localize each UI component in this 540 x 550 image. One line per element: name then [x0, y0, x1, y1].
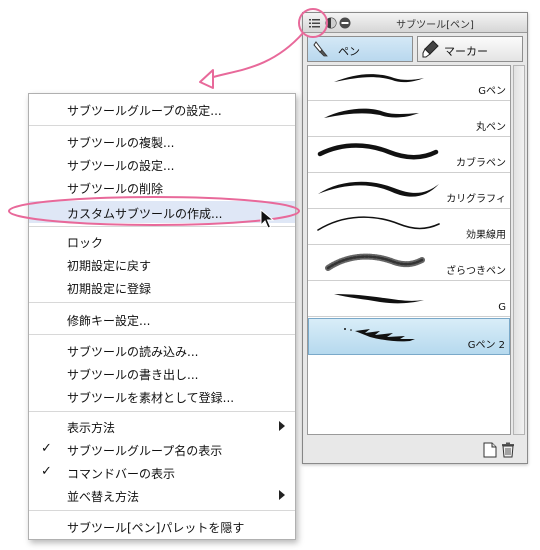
pen-icon — [313, 41, 328, 57]
menu-item-show-command-bar[interactable]: ✓ コマンドバーの表示 — [29, 461, 295, 483]
subtool-item[interactable]: 効果線用 — [308, 210, 510, 245]
submenu-arrow-icon — [279, 421, 285, 431]
menu-item-label: 表示方法 — [67, 421, 116, 435]
palette-context-menu: サブツールグループの設定... サブツールの複製... サブツールの設定... … — [28, 93, 296, 540]
subtool-name: 丸ペン — [476, 122, 506, 133]
subtool-name: 効果線用 — [466, 230, 506, 241]
menu-item-export[interactable]: サブツールの書き出し... — [29, 362, 295, 384]
stroke-preview — [325, 253, 425, 271]
subtool-scrollbar[interactable] — [513, 65, 525, 435]
menu-item-label: 初期設定に戻す — [67, 259, 152, 273]
menu-item-hide-palette[interactable]: サブツール[ペン]パレットを隠す — [29, 515, 295, 537]
subtool-name: Gペン — [478, 86, 506, 97]
tab-pen-label: ペン — [338, 45, 360, 58]
stroke-preview — [317, 143, 439, 160]
menu-item-reset-default[interactable]: 初期設定に戻す — [29, 253, 295, 275]
subtool-item[interactable]: カブラペン — [308, 138, 510, 173]
menu-item-label: サブツールグループ名の表示 — [67, 444, 223, 458]
tab-marker[interactable]: マーカー — [417, 36, 523, 62]
palette-footer — [303, 437, 527, 463]
subtool-palette: サブツール[ペン] ペン マーカー Gペン 丸ペン カブラペン カリグラフィ 効… — [302, 12, 528, 464]
menu-item-delete[interactable]: サブツールの削除 — [29, 176, 295, 198]
stroke-preview — [334, 294, 424, 304]
subtool-list: Gペン 丸ペン カブラペン カリグラフィ 効果線用 ざらつきペン G Gペン 2 — [307, 65, 511, 435]
stroke-preview — [317, 216, 440, 231]
menu-item-lock[interactable]: ロック — [29, 230, 295, 252]
subtool-name: カリグラフィ — [446, 194, 506, 205]
menu-item-duplicate[interactable]: サブツールの複製... — [29, 130, 295, 152]
marker-icon — [422, 40, 439, 58]
mouse-cursor-icon — [260, 209, 274, 229]
menu-item-import[interactable]: サブツールの読み込み... — [29, 339, 295, 361]
checkmark-icon: ✓ — [41, 441, 52, 456]
menu-item-label: サブツールの設定... — [67, 159, 175, 173]
subtool-item[interactable]: ざらつきペン — [308, 246, 510, 281]
subtool-name: カブラペン — [456, 158, 506, 169]
stroke-preview — [324, 108, 419, 118]
menu-item-label: 並べ替え方法 — [67, 490, 140, 504]
menu-item-sort-method[interactable]: 並べ替え方法 — [29, 484, 295, 506]
subtool-item[interactable]: G — [308, 282, 510, 317]
menu-item-label: ロック — [67, 236, 104, 250]
menu-item-label: 初期設定に登録 — [67, 282, 152, 296]
menu-item-modifier-keys[interactable]: 修飾キー設定... — [29, 308, 295, 330]
stroke-preview — [344, 328, 415, 342]
tab-marker-label: マーカー — [444, 45, 488, 58]
menu-item-label: サブツールを素材として登録... — [67, 391, 235, 405]
annotation-arrowhead — [199, 69, 214, 89]
menu-item-label: サブツールの削除 — [67, 182, 164, 196]
menu-separator — [29, 411, 295, 412]
menu-item-display-method[interactable]: 表示方法 — [29, 415, 295, 437]
subtool-item[interactable]: カリグラフィ — [308, 174, 510, 209]
menu-separator — [29, 510, 295, 511]
subtool-tabs: ペン マーカー — [307, 36, 523, 62]
subtool-item-selected[interactable]: Gペン 2 — [308, 318, 510, 355]
menu-item-label: 修飾キー設定... — [67, 314, 151, 328]
new-subtool-icon[interactable] — [483, 442, 497, 458]
subtool-name: ざらつきペン — [446, 266, 506, 277]
menu-item-label: サブツール[ペン]パレットを隠す — [67, 521, 245, 535]
menu-item-label: サブツールの読み込み... — [67, 345, 199, 359]
palette-titlebar[interactable]: サブツール[ペン] — [303, 13, 527, 33]
menu-item-label: カスタムサブツールの作成... — [67, 207, 223, 221]
menu-item-label: コマンドバーの表示 — [67, 467, 176, 481]
annotation-arrow-line — [209, 32, 304, 79]
menu-separator — [29, 334, 295, 335]
subtool-name: Gペン 2 — [467, 340, 505, 351]
menu-item-settings[interactable]: サブツールの設定... — [29, 153, 295, 175]
palette-title: サブツール[ペン] — [396, 20, 474, 31]
menu-item-group-settings[interactable]: サブツールグループの設定... — [29, 98, 295, 120]
subtool-item[interactable]: Gペン — [308, 66, 510, 101]
menu-item-create-custom[interactable]: カスタムサブツールの作成... — [29, 201, 295, 223]
menu-separator — [29, 226, 295, 227]
menu-separator — [29, 302, 295, 303]
menu-item-label: サブツールの書き出し... — [67, 368, 199, 382]
menu-item-register-default[interactable]: 初期設定に登録 — [29, 276, 295, 298]
subtool-name: G — [498, 302, 506, 313]
submenu-arrow-icon — [279, 490, 285, 500]
stroke-preview — [334, 74, 424, 83]
checkmark-icon: ✓ — [41, 464, 52, 479]
menu-separator — [29, 125, 295, 126]
menu-item-label: サブツールグループの設定... — [67, 104, 222, 118]
stroke-preview — [318, 181, 439, 197]
tab-pen[interactable]: ペン — [307, 36, 413, 62]
menu-item-show-group-name[interactable]: ✓ サブツールグループ名の表示 — [29, 438, 295, 460]
trash-icon[interactable] — [501, 442, 515, 458]
menu-item-register-material[interactable]: サブツールを素材として登録... — [29, 385, 295, 407]
menu-item-label: サブツールの複製... — [67, 136, 175, 150]
subtool-item[interactable]: 丸ペン — [308, 102, 510, 137]
